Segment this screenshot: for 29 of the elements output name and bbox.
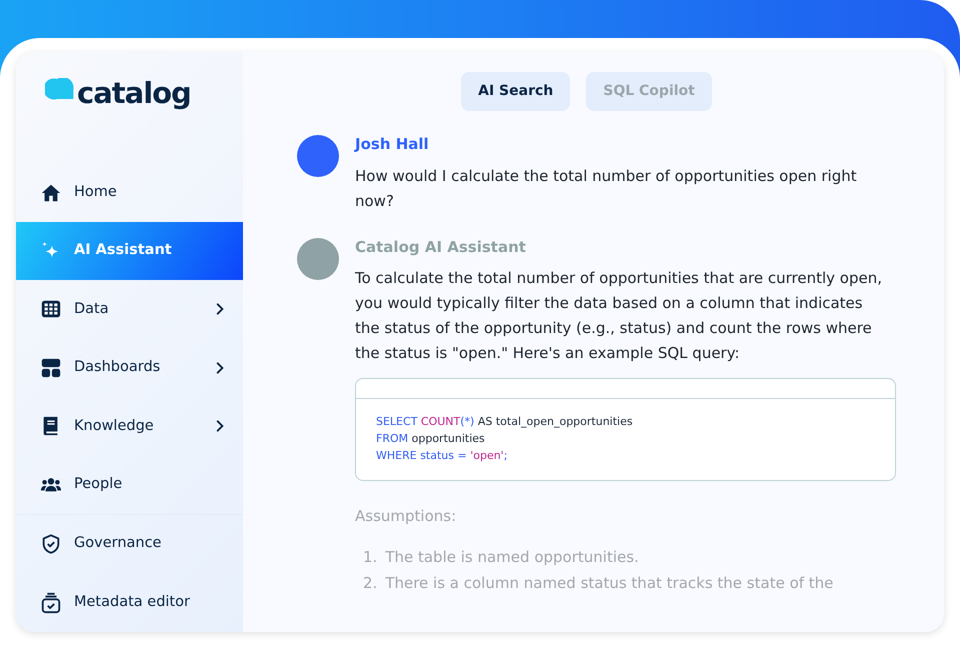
avatar	[297, 135, 339, 177]
sidebar-item[interactable]: Metadata editor	[16, 574, 243, 632]
tab[interactable]: AI Search	[461, 72, 570, 111]
assumptions-heading: Assumptions:	[355, 506, 458, 527]
sidebar-item[interactable]: Governance	[16, 515, 243, 574]
sidebar-item[interactable]: Data	[16, 280, 243, 339]
code-line: FROM opportunities	[376, 431, 486, 447]
author-name: Josh Hall	[355, 134, 430, 155]
sidebar-item[interactable]: Knowledge	[16, 397, 243, 456]
author-name: Catalog AI Assistant	[355, 236, 527, 258]
message-text: How would I calculate the total number of opportunities open right now?	[355, 166, 858, 212]
code-line: SELECT COUNT(*) AS total_open_opportunities	[376, 414, 634, 430]
sidebar-item[interactable]: Dashboards	[16, 338, 243, 398]
sidebar-item[interactable]: Home	[16, 163, 243, 222]
logo-icon	[45, 78, 75, 100]
sidebar-item[interactable]: People	[16, 456, 243, 514]
dashboard-icon	[40, 356, 62, 379]
clipboard-check-icon	[40, 592, 62, 614]
avatar	[297, 238, 339, 280]
code-line: WHERE status = 'open';	[376, 448, 508, 464]
shield-check-icon	[40, 533, 62, 556]
sidebar-item[interactable]: AI Assistant	[16, 222, 243, 280]
logo-text: catalog	[77, 78, 191, 108]
message-text: To calculate the total number of opportunities that are currently open, you would typically filter the data based on a column that indicates the status of the opportunity (e.g., status) and count the rows where the status is "open." Here's an example SQL query:	[355, 268, 884, 364]
list-item: There is a column named status that tracks the state of the	[385, 572, 834, 594]
list-marker: 2.	[363, 572, 378, 594]
list-item: The table is named opportunities.	[385, 546, 639, 568]
table-icon	[40, 298, 62, 320]
list-marker: 1.	[363, 546, 378, 568]
